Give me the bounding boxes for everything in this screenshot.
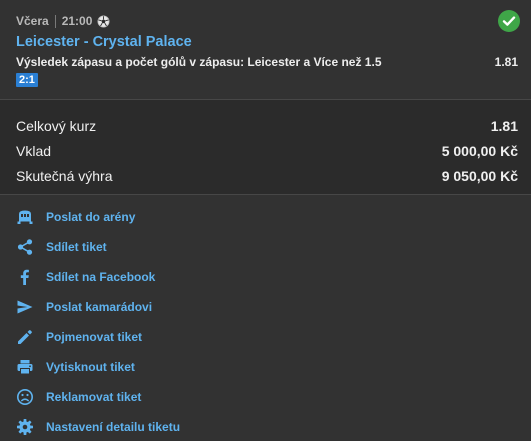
win-label: Skutečná výhra: [16, 168, 113, 184]
share-facebook-label: Sdílet na Facebook: [46, 270, 156, 284]
ticket-detail-settings-action[interactable]: Nastavení detailu tiketu: [0, 412, 531, 441]
bet-time: 21:00: [61, 14, 93, 28]
market-text: Výsledek zápasu a počet gólů v zápasu: L…: [16, 55, 382, 69]
print-ticket-label: Vytisknout tiket: [46, 360, 135, 374]
sad-face-icon: [16, 388, 34, 406]
stake-value: 5 000,00 Kč: [441, 143, 518, 159]
share-ticket-label: Sdílet tiket: [46, 240, 107, 254]
bet-day: Včera: [16, 14, 49, 28]
football-icon: [97, 15, 110, 28]
rename-ticket-action[interactable]: Pojmenovat tiket: [0, 322, 531, 352]
printer-icon: [16, 358, 34, 376]
share-ticket-action[interactable]: Sdílet tiket: [0, 232, 531, 262]
complain-ticket-label: Reklamovat tiket: [46, 390, 142, 404]
bet-selection: Výsledek zápasu a počet gólů v zápasu: L…: [16, 55, 518, 69]
send-icon: [16, 298, 34, 316]
win-row: Skutečná výhra 9 050,00 Kč: [16, 168, 518, 184]
stake-label: Vklad: [16, 143, 52, 159]
selection-odds: 1.81: [494, 55, 518, 69]
bet-card: Včera 21:00 Leicester - Crystal Palace V…: [0, 0, 531, 99]
send-to-friend-action[interactable]: Poslat kamarádovi: [0, 292, 531, 322]
match-link[interactable]: Leicester - Crystal Palace: [16, 34, 192, 50]
share-icon: [16, 238, 34, 256]
pencil-icon: [16, 328, 34, 346]
rename-ticket-label: Pojmenovat tiket: [46, 330, 143, 344]
print-ticket-action[interactable]: Vytisknout tiket: [0, 352, 531, 382]
win-value: 9 050,00 Kč: [441, 168, 518, 184]
meta-divider: [54, 14, 56, 28]
complain-ticket-action[interactable]: Reklamovat tiket: [0, 382, 531, 412]
total-odds-row: Celkový kurz 1.81: [16, 118, 518, 134]
send-to-arena-label: Poslat do arény: [46, 210, 136, 224]
bet-meta: Včera 21:00: [16, 13, 110, 29]
gear-icon: [16, 418, 34, 436]
check-circle-icon: [498, 10, 520, 32]
ticket-summary: Celkový kurz 1.81 Vklad 5 000,00 Kč Skut…: [0, 99, 531, 195]
stake-row: Vklad 5 000,00 Kč: [16, 143, 518, 159]
share-facebook-action[interactable]: Sdílet na Facebook: [0, 262, 531, 292]
ticket-detail-settings-label: Nastavení detailu tiketu: [46, 420, 181, 434]
facebook-icon: [16, 268, 34, 286]
total-odds-label: Celkový kurz: [16, 118, 97, 134]
arena-icon: [16, 208, 34, 226]
total-odds-value: 1.81: [490, 118, 518, 134]
send-to-friend-label: Poslat kamarádovi: [46, 300, 153, 314]
score-badge: 2:1: [16, 73, 38, 87]
send-to-arena-action[interactable]: Poslat do arény: [0, 202, 531, 232]
